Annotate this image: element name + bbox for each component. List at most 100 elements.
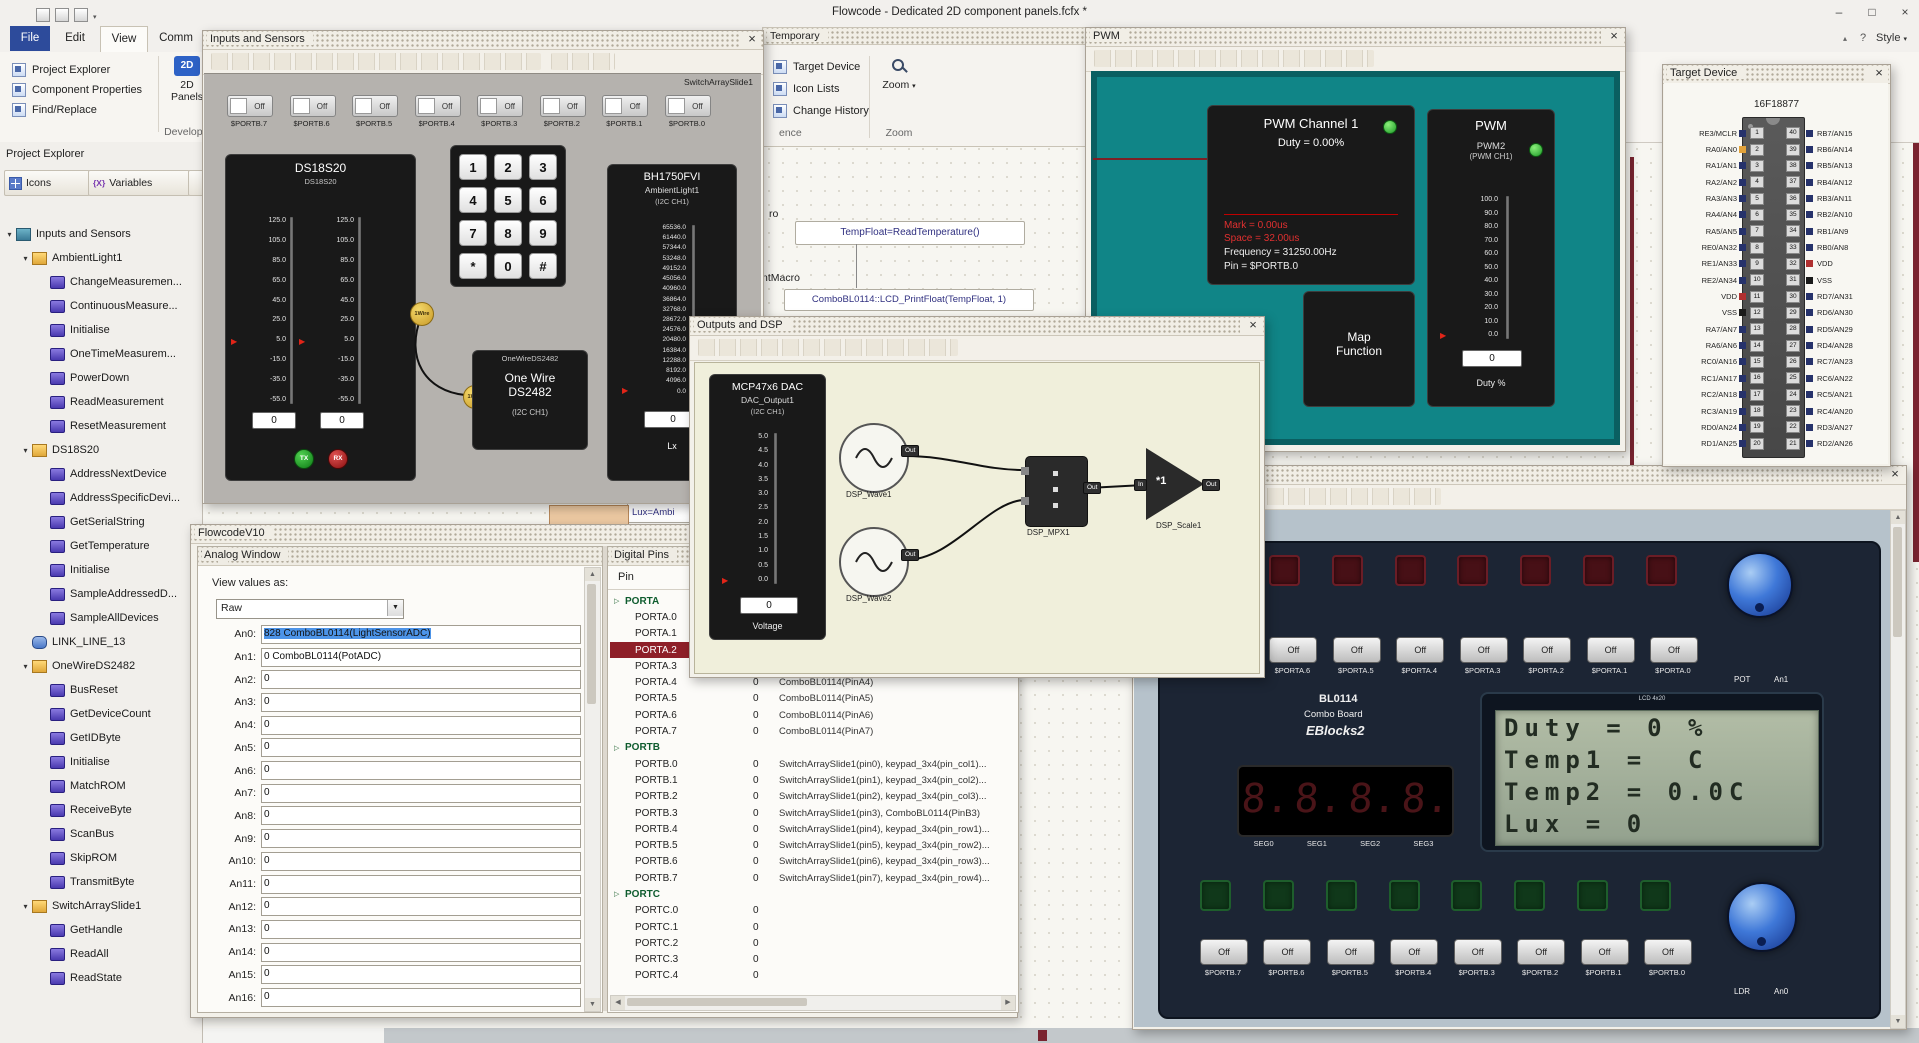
onewire-connector[interactable]: 1Wire [410, 302, 434, 326]
digital-pin-row[interactable]: PORTB.0 0 SwitchArraySlide1(pin0), keypa… [610, 756, 1014, 772]
ribbon-toggle[interactable]: Find/Replace [12, 100, 142, 120]
board-switch[interactable]: Off $PORTA.3 [1460, 637, 1506, 675]
tree-item[interactable]: GetSerialString [2, 510, 200, 534]
close-icon[interactable]: × [739, 32, 761, 47]
keypad-key[interactable]: 5 [494, 187, 522, 213]
scroll-left-icon[interactable]: ◀ [611, 996, 625, 1010]
tree-item[interactable]: Initialise [2, 318, 200, 342]
keypad-key[interactable]: 3 [529, 154, 557, 180]
panel-toggle[interactable]: Change History [773, 100, 869, 122]
analog-value-field[interactable]: 0 [261, 829, 581, 848]
tree-item[interactable]: AddressSpecificDevi... [2, 486, 200, 510]
chip-pin-row[interactable]: RA6/AN6 14 27 RD4/AN28 [1665, 337, 1877, 353]
window-titlebar[interactable]: Target Device × [1663, 65, 1890, 84]
panel-toggle[interactable]: Target Device [773, 56, 869, 78]
group-expander-icon[interactable]: ▷ [614, 744, 625, 752]
tree-expander-icon[interactable]: ▾ [20, 254, 31, 263]
tree-item[interactable]: ReceiveByte [2, 798, 200, 822]
keypad-key[interactable]: * [459, 253, 487, 279]
tree-item[interactable]: GetIDByte [2, 726, 200, 750]
window-titlebar[interactable]: PWM × [1086, 28, 1625, 47]
scroll-up-icon[interactable]: ▲ [585, 568, 600, 581]
board-switch[interactable]: Off $PORTB.6 [1263, 939, 1309, 977]
dac-value-field[interactable]: 0 [740, 597, 798, 614]
tab-variables[interactable]: {X} Variables [88, 170, 190, 196]
collapse-ribbon-icon[interactable]: ▴ [1843, 34, 1847, 43]
vertical-scrollbar[interactable]: ▲ ▼ [1890, 510, 1906, 1029]
analog-value-field[interactable]: 0 [261, 716, 581, 735]
tree-item[interactable]: Initialise [2, 750, 200, 774]
panel-toggle[interactable]: Icon Lists [773, 78, 869, 100]
keypad-key[interactable]: 7 [459, 220, 487, 246]
digital-pin-row[interactable]: PORTC.3 0 [610, 952, 1014, 968]
chip-pin-row[interactable]: RA4/AN4 6 35 RB2/AN10 [1665, 207, 1877, 223]
digital-pin-row[interactable]: ▷ PORTC [610, 886, 1014, 902]
analog-value-field[interactable]: 828 ComboBL0114(LightSensorADC) [261, 625, 581, 644]
analog-value-field[interactable]: 0 [261, 693, 581, 712]
chip-pin-row[interactable]: RD0/AN24 19 22 RD3/AN27 [1665, 419, 1877, 435]
tree-expander-icon[interactable]: ▾ [20, 446, 31, 455]
chip-pin-row[interactable]: RA7/AN7 13 28 RD5/AN29 [1665, 321, 1877, 337]
slider-track[interactable] [290, 217, 293, 404]
tab-command[interactable]: Comm [150, 26, 202, 51]
chip-pin-row[interactable]: RE0/AN32 8 33 RB0/AN8 [1665, 239, 1877, 255]
board-switch[interactable]: Off $PORTA.4 [1396, 637, 1442, 675]
digital-pin-row[interactable]: PORTB.5 0 SwitchArraySlide1(pin5), keypa… [610, 837, 1014, 853]
chip-pin-row[interactable]: VSS 12 29 RD6/AN30 [1665, 305, 1877, 321]
close-icon[interactable]: × [1601, 29, 1623, 44]
keypad-key[interactable]: 8 [494, 220, 522, 246]
tree-item[interactable]: SkipROM [2, 846, 200, 870]
dropdown-arrow-icon[interactable]: ▼ [387, 600, 403, 616]
board-switch[interactable]: Off $PORTA.1 [1587, 637, 1633, 675]
toggle-switch[interactable]: Off $PORTB.2 [540, 95, 584, 128]
slider-track[interactable] [358, 217, 361, 404]
out-port-tab[interactable]: Out [901, 549, 919, 561]
analog-value-field[interactable]: 0 [261, 784, 581, 803]
window-titlebar[interactable]: Inputs and Sensors × [203, 31, 763, 50]
slider-marker[interactable]: ▶ [622, 387, 628, 395]
sensor-value-field[interactable]: 0 [320, 412, 364, 429]
flowchart-calculation-box[interactable]: ComboBL0114::LCD_PrintFloat(TempFloat, 1… [784, 289, 1034, 311]
tree-item[interactable]: LINK_LINE_13 [2, 630, 200, 654]
tree-item[interactable]: MatchROM [2, 774, 200, 798]
tree-item[interactable]: GetDeviceCount [2, 702, 200, 726]
dsp-scale-block[interactable] [1146, 448, 1204, 520]
zoom-button[interactable]: Zoom ▾ [875, 58, 923, 91]
dsp-mpx-block[interactable] [1025, 456, 1088, 527]
slider-value-field[interactable]: 0 [1462, 350, 1522, 367]
toggle-switch[interactable]: Off $PORTB.3 [477, 95, 521, 128]
analog-value-field[interactable]: 0 [261, 988, 581, 1007]
digital-pin-row[interactable]: PORTB.2 0 SwitchArraySlide1(pin2), keypa… [610, 789, 1014, 805]
keypad-key[interactable]: 4 [459, 187, 487, 213]
slider-track[interactable] [1506, 196, 1509, 339]
ldr-knob[interactable] [1727, 882, 1797, 952]
chip-pin-row[interactable]: RC2/AN18 17 24 RC5/AN21 [1665, 387, 1877, 403]
keypad-key[interactable]: 1 [459, 154, 487, 180]
chip-pin-row[interactable]: RC1/AN17 16 25 RC6/AN22 [1665, 370, 1877, 386]
chip-pin-row[interactable]: RC3/AN19 18 23 RC4/AN20 [1665, 403, 1877, 419]
out-port-tab[interactable]: Out [1083, 482, 1101, 494]
tab-file[interactable]: File [10, 26, 50, 51]
analog-value-field[interactable]: 0 [261, 920, 581, 939]
chip-pin-row[interactable]: RA5/AN5 7 34 RB1/AN9 [1665, 223, 1877, 239]
board-switch[interactable]: Off $PORTB.7 [1200, 939, 1246, 977]
digital-pin-row[interactable]: PORTC.1 0 [610, 919, 1014, 935]
vertical-scrollbar[interactable]: ▲ ▼ [584, 567, 601, 1012]
style-menu[interactable]: Style ▾ [1876, 32, 1907, 44]
tree-item[interactable]: ▾ SwitchArraySlide1 [2, 894, 200, 918]
panel-header[interactable]: Analog Window ▼ × [198, 547, 602, 566]
digital-pin-row[interactable]: PORTC.2 0 [610, 935, 1014, 951]
chip-pin-row[interactable]: VDD 11 30 RD7/AN31 [1665, 288, 1877, 304]
chip-pin-row[interactable]: RD1/AN25 20 21 RD2/AN26 [1665, 436, 1877, 452]
sensor-value-field[interactable]: 0 [252, 412, 296, 429]
board-switch[interactable]: Off $PORTB.1 [1581, 939, 1627, 977]
tree-item[interactable]: OneTimeMeasurem... [2, 342, 200, 366]
chip-pin-row[interactable]: RA2/AN2 4 37 RB4/AN12 [1665, 174, 1877, 190]
tree-item[interactable]: ChangeMeasuremen... [2, 270, 200, 294]
flowchart-macro-box[interactable] [549, 505, 629, 526]
tree-item[interactable]: ▾ Inputs and Sensors [2, 222, 200, 246]
keypad-key[interactable]: 9 [529, 220, 557, 246]
tree-item[interactable]: Initialise [2, 558, 200, 582]
tree-item[interactable]: GetTemperature [2, 534, 200, 558]
tab-icons[interactable]: Icons [4, 170, 90, 196]
